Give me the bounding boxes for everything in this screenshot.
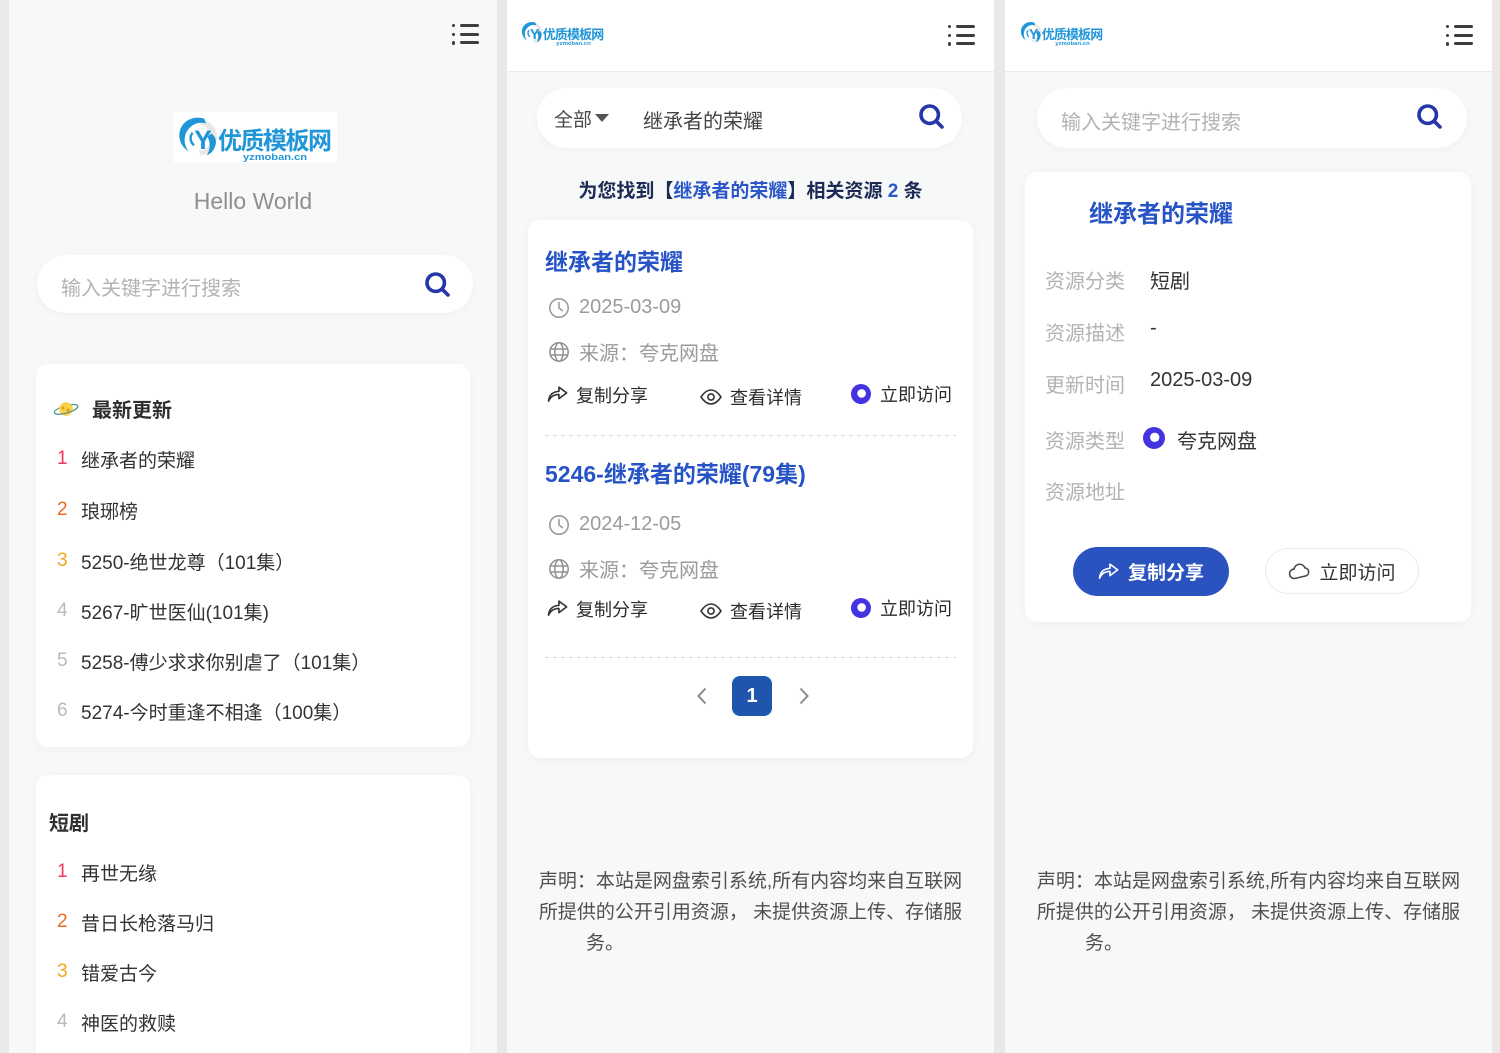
svg-text:优质模板网: 优质模板网: [1042, 27, 1103, 42]
svg-text:优质模板网: 优质模板网: [218, 128, 332, 155]
svg-text:yzmoban.cn: yzmoban.cn: [556, 41, 591, 47]
svg-text:yzmoban.cn: yzmoban.cn: [243, 152, 307, 163]
svg-text:优质模板网: 优质模板网: [543, 27, 604, 42]
svg-text:yzmoban.cn: yzmoban.cn: [1055, 41, 1090, 47]
